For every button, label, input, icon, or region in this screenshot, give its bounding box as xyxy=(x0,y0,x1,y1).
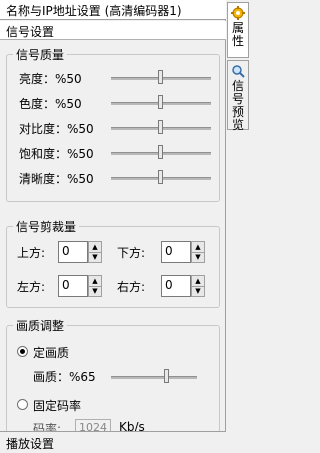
fixed-bitrate-radio[interactable] xyxy=(17,399,28,410)
window-title: 名称与IP地址设置 (高清编码器1) xyxy=(0,0,226,20)
chroma-label: 色度：%50 xyxy=(19,97,82,111)
slider-thumb[interactable] xyxy=(158,95,163,109)
crop-left-input[interactable]: 0 xyxy=(58,275,88,297)
quality-value-label: 画质：%65 xyxy=(33,370,96,384)
spin-down-icon[interactable]: ▼ xyxy=(192,252,204,262)
crop-bottom-input[interactable]: 0 xyxy=(161,241,191,263)
crop-bottom-spinner[interactable]: 0 ▲ ▼ xyxy=(161,241,207,263)
brightness-slider[interactable] xyxy=(111,67,211,89)
brightness-row: 亮度：%50 xyxy=(7,67,219,89)
slider-thumb[interactable] xyxy=(164,369,169,383)
saturation-row: 饱和度：%50 xyxy=(7,142,219,164)
quality-adjust-title: 画质调整 xyxy=(13,317,68,334)
tab-signal-preview[interactable]: 信号预览 xyxy=(227,60,249,132)
fixed-quality-radio[interactable] xyxy=(17,346,28,357)
crop-left-label: 左方: xyxy=(17,280,46,294)
crop-group: 信号剪裁量 上方: 0 ▲ ▼ 下方: 0 ▲ ▼ 左方: 0 ▲ ▼ 右方: xyxy=(6,218,220,308)
quality-slider[interactable] xyxy=(111,366,197,388)
gear-icon xyxy=(231,6,245,20)
sharpness-slider[interactable] xyxy=(111,167,211,189)
fixed-quality-label[interactable]: 定画质 xyxy=(33,344,69,361)
tab-signal-preview-label: 信号预览 xyxy=(232,79,245,132)
spinner-buttons[interactable]: ▲ ▼ xyxy=(191,241,205,263)
spin-down-icon[interactable]: ▼ xyxy=(192,286,204,296)
spinner-buttons[interactable]: ▲ ▼ xyxy=(88,241,102,263)
slider-thumb[interactable] xyxy=(158,170,163,184)
signal-quality-title: 信号质量 xyxy=(13,46,68,63)
spin-down-icon[interactable]: ▼ xyxy=(89,286,101,296)
crop-top-label: 上方: xyxy=(17,246,46,260)
signal-quality-group: 信号质量 亮度：%50 色度：%50 对比度：%50 饱和度：%50 清晰度：%… xyxy=(6,46,220,202)
settings-panel: 名称与IP地址设置 (高清编码器1) 信号设置 信号质量 亮度：%50 色度：%… xyxy=(0,0,226,453)
sharpness-label: 清晰度：%50 xyxy=(19,172,94,186)
crop-top-spinner[interactable]: 0 ▲ ▼ xyxy=(58,241,104,263)
crop-right-input[interactable]: 0 xyxy=(161,275,191,297)
spinner-buttons[interactable]: ▲ ▼ xyxy=(191,275,205,297)
slider-thumb[interactable] xyxy=(158,120,163,134)
slider-track xyxy=(111,376,197,379)
quality-adjust-group: 画质调整 定画质 画质：%65 固定码率 码率: 1024 Kb/s xyxy=(6,317,220,445)
chroma-slider[interactable] xyxy=(111,92,211,114)
slider-thumb[interactable] xyxy=(158,70,163,84)
sharpness-row: 清晰度：%50 xyxy=(7,167,219,189)
contrast-label: 对比度：%50 xyxy=(19,122,94,136)
spinner-buttons[interactable]: ▲ ▼ xyxy=(88,275,102,297)
contrast-row: 对比度：%50 xyxy=(7,117,219,139)
crop-title: 信号剪裁量 xyxy=(13,218,80,235)
crop-top-input[interactable]: 0 xyxy=(58,241,88,263)
crop-right-label: 右方: xyxy=(117,280,146,294)
crop-left-spinner[interactable]: 0 ▲ ▼ xyxy=(58,275,104,297)
saturation-label: 饱和度：%50 xyxy=(19,147,94,161)
fixed-bitrate-label[interactable]: 固定码率 xyxy=(33,397,81,414)
crop-bottom-label: 下方: xyxy=(117,246,146,260)
tab-properties[interactable]: 属性 xyxy=(227,2,249,58)
tab-properties-label: 属性 xyxy=(232,21,245,48)
playback-settings-header[interactable]: 播放设置 xyxy=(0,431,226,453)
slider-thumb[interactable] xyxy=(158,145,163,159)
spin-down-icon[interactable]: ▼ xyxy=(89,252,101,262)
signal-settings-header[interactable]: 信号设置 xyxy=(0,21,226,40)
chroma-row: 色度：%50 xyxy=(7,92,219,114)
crop-right-spinner[interactable]: 0 ▲ ▼ xyxy=(161,275,207,297)
right-sidebar: 属性 信号预览 xyxy=(226,0,250,453)
magnifier-icon xyxy=(232,65,245,78)
brightness-label: 亮度：%50 xyxy=(19,72,82,86)
saturation-slider[interactable] xyxy=(111,142,211,164)
contrast-slider[interactable] xyxy=(111,117,211,139)
